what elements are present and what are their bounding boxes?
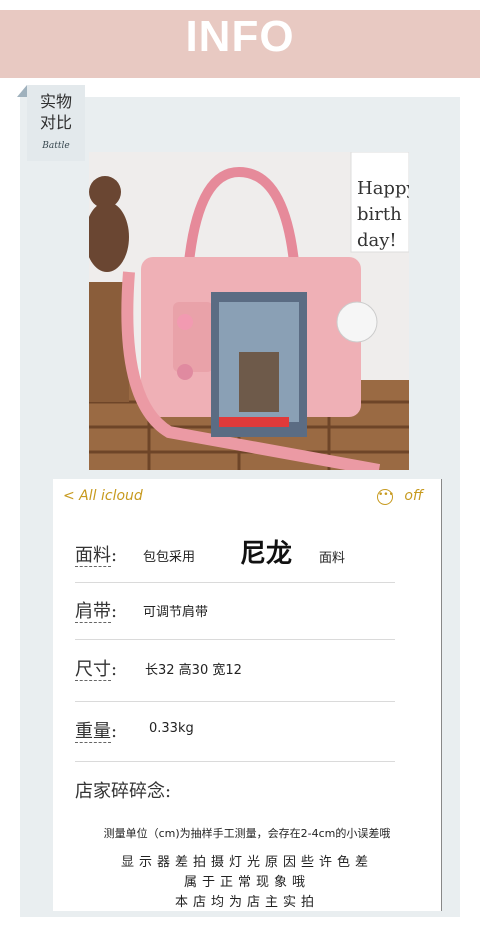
strap-label: 肩带:: [75, 601, 118, 623]
back-button[interactable]: < All icloud: [63, 488, 143, 504]
weight-value: 0.33kg: [149, 721, 194, 736]
svg-text:birth: birth: [357, 204, 402, 225]
badge-fold: [17, 85, 27, 97]
card-nav: < All icloud ••• off: [53, 479, 441, 513]
product-photo: Happy birth day!: [89, 152, 409, 470]
page-title: INFO: [185, 12, 295, 61]
note-line: 本店均为店主实拍: [174, 895, 319, 910]
weight-label: 重量:: [75, 721, 118, 743]
fabric-highlight: 尼龙: [240, 539, 293, 569]
note-line: 显示器差拍摄灯光原因些许色差: [120, 855, 373, 870]
size-label: 尺寸:: [75, 659, 118, 681]
divider: [75, 639, 395, 640]
note-line: 测量单位（cm)为抽样手工测量，会存在2-4cm的小误差哦: [103, 827, 391, 840]
badge-title-line1: 实物: [39, 92, 72, 111]
product-photo-illustration: Happy birth day!: [89, 152, 409, 470]
off-button[interactable]: off: [404, 488, 423, 504]
notes-label: 店家碎碎念:: [75, 781, 172, 802]
size-value: 长32 高30 宽12: [145, 663, 242, 678]
info-card: < All icloud ••• off 面料: 包包采用 尼龙 面料 肩带: …: [53, 479, 442, 911]
strap-value: 可调节肩带: [143, 605, 209, 620]
badge-title-line2: 对比: [39, 113, 72, 132]
fabric-suffix: 面料: [319, 551, 346, 566]
badge-subtitle: Battle: [42, 141, 70, 151]
ellipsis-circle-icon[interactable]: •••: [377, 489, 394, 505]
divider: [75, 582, 395, 583]
svg-text:day!: day!: [357, 230, 397, 251]
comparison-badge: 实物 对比 Battle: [27, 85, 85, 161]
fabric-prefix: 包包采用: [143, 550, 196, 565]
badge-title: 实物 对比: [33, 91, 79, 133]
fabric-label: 面料:: [75, 545, 118, 567]
divider: [75, 761, 395, 762]
note-line: 属于正常现象哦: [183, 875, 310, 890]
divider: [75, 701, 395, 702]
svg-text:Happy: Happy: [357, 178, 409, 199]
